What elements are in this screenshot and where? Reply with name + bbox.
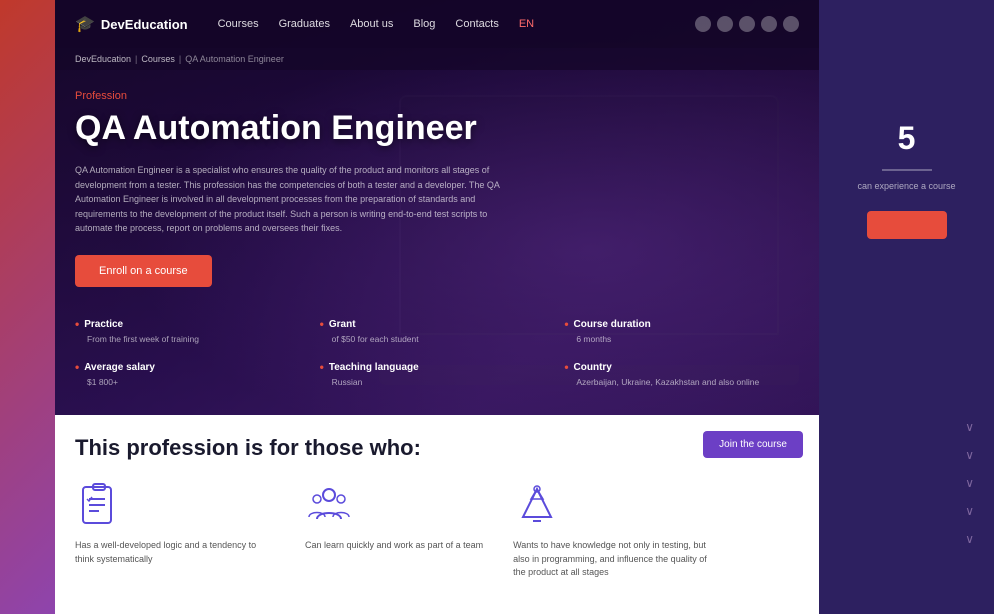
logo[interactable]: 🎓 DevEducation (75, 14, 188, 34)
feature-country: Country Azerbaijan, Ukraine, Kazakhstan … (564, 360, 799, 387)
feature-duration: Course duration 6 months (564, 317, 799, 344)
feature-salary: Average salary $1 800+ (75, 360, 310, 387)
card-quality: Wants to have knowledge not only in test… (513, 481, 713, 580)
bg-right-panel: 5 can experience a course ∨ ∨ ∨ ∨ ∨ (819, 0, 994, 614)
nav-graduates[interactable]: Graduates (279, 18, 330, 30)
breadcrumb-current: QA Automation Engineer (185, 54, 284, 64)
feature-practice-title: Practice (75, 317, 310, 331)
card-logic: Has a well-developed logic and a tendenc… (75, 481, 275, 580)
feature-practice-value: From the first week of training (75, 334, 310, 344)
card-quality-text: Wants to have knowledge not only in test… (513, 539, 713, 580)
social-icon-1[interactable] (695, 16, 711, 32)
social-icon-4[interactable] (761, 16, 777, 32)
hero-content: Profession QA Automation Engineer QA Aut… (55, 70, 819, 317)
chevron-1: ∨ (965, 420, 974, 434)
feature-salary-value: $1 800+ (75, 377, 310, 387)
nav-lang[interactable]: EN (519, 18, 534, 30)
social-links (695, 16, 799, 32)
feature-duration-value: 6 months (564, 334, 799, 344)
breadcrumb: DevEducation | Courses | QA Automation E… (55, 48, 819, 70)
enroll-button[interactable]: Enroll on a course (75, 255, 212, 287)
breadcrumb-courses[interactable]: Courses (141, 54, 175, 64)
feature-country-value: Azerbaijan, Ukraine, Kazakhstan and also… (564, 377, 799, 387)
nav-blog[interactable]: Blog (413, 18, 435, 30)
features-grid: Practice From the first week of training… (55, 317, 819, 387)
right-panel-cta-button[interactable] (867, 211, 947, 239)
right-panel-divider (882, 169, 932, 171)
breadcrumb-home[interactable]: DevEducation (75, 54, 131, 64)
feature-duration-title: Course duration (564, 317, 799, 331)
chevron-5: ∨ (965, 532, 974, 546)
feature-grant-title: Grant (320, 317, 555, 331)
join-course-button[interactable]: Join the course (703, 431, 803, 458)
hero-description: QA Automation Engineer is a specialist w… (75, 163, 515, 235)
bg-left-bar (0, 0, 55, 614)
navbar: 🎓 DevEducation Courses Graduates About u… (55, 0, 819, 48)
profession-label: Profession (75, 90, 799, 102)
cards-row: Has a well-developed logic and a tendenc… (75, 481, 799, 580)
chevron-4: ∨ (965, 504, 974, 518)
team-icon (305, 481, 353, 529)
nav-about[interactable]: About us (350, 18, 393, 30)
chevron-2: ∨ (965, 448, 974, 462)
main-content: 🎓 DevEducation Courses Graduates About u… (55, 0, 819, 614)
chevron-3: ∨ (965, 476, 974, 490)
logo-icon: 🎓 (75, 14, 95, 34)
checklist-icon (75, 481, 123, 529)
mountain-icon (513, 481, 561, 529)
hero-title: QA Automation Engineer (75, 110, 799, 147)
card-team-text: Can learn quickly and work as part of a … (305, 539, 483, 553)
feature-language: Teaching language Russian (320, 360, 555, 387)
feature-grant-value: of $50 for each student (320, 334, 555, 344)
feature-salary-title: Average salary (75, 360, 310, 374)
social-icon-2[interactable] (717, 16, 733, 32)
right-panel-text: can experience a course (837, 181, 975, 191)
social-icon-5[interactable] (783, 16, 799, 32)
section-title: This profession is for those who: (75, 435, 799, 461)
right-chevrons: ∨ ∨ ∨ ∨ ∨ (965, 420, 974, 546)
nav-contacts[interactable]: Contacts (455, 18, 498, 30)
right-panel-number: 5 (898, 120, 916, 157)
social-icon-3[interactable] (739, 16, 755, 32)
logo-text: DevEducation (101, 17, 188, 32)
feature-language-title: Teaching language (320, 360, 555, 374)
nav-links: Courses Graduates About us Blog Contacts… (218, 18, 695, 30)
card-logic-text: Has a well-developed logic and a tendenc… (75, 539, 275, 566)
feature-country-title: Country (564, 360, 799, 374)
card-team: Can learn quickly and work as part of a … (305, 481, 483, 580)
hero-section: 🎓 DevEducation Courses Graduates About u… (55, 0, 819, 415)
breadcrumb-sep-2: | (179, 54, 181, 64)
white-section: Join the course This profession is for t… (55, 415, 819, 614)
breadcrumb-sep-1: | (135, 54, 137, 64)
feature-practice: Practice From the first week of training (75, 317, 310, 344)
nav-courses[interactable]: Courses (218, 18, 259, 30)
feature-language-value: Russian (320, 377, 555, 387)
feature-grant: Grant of $50 for each student (320, 317, 555, 344)
